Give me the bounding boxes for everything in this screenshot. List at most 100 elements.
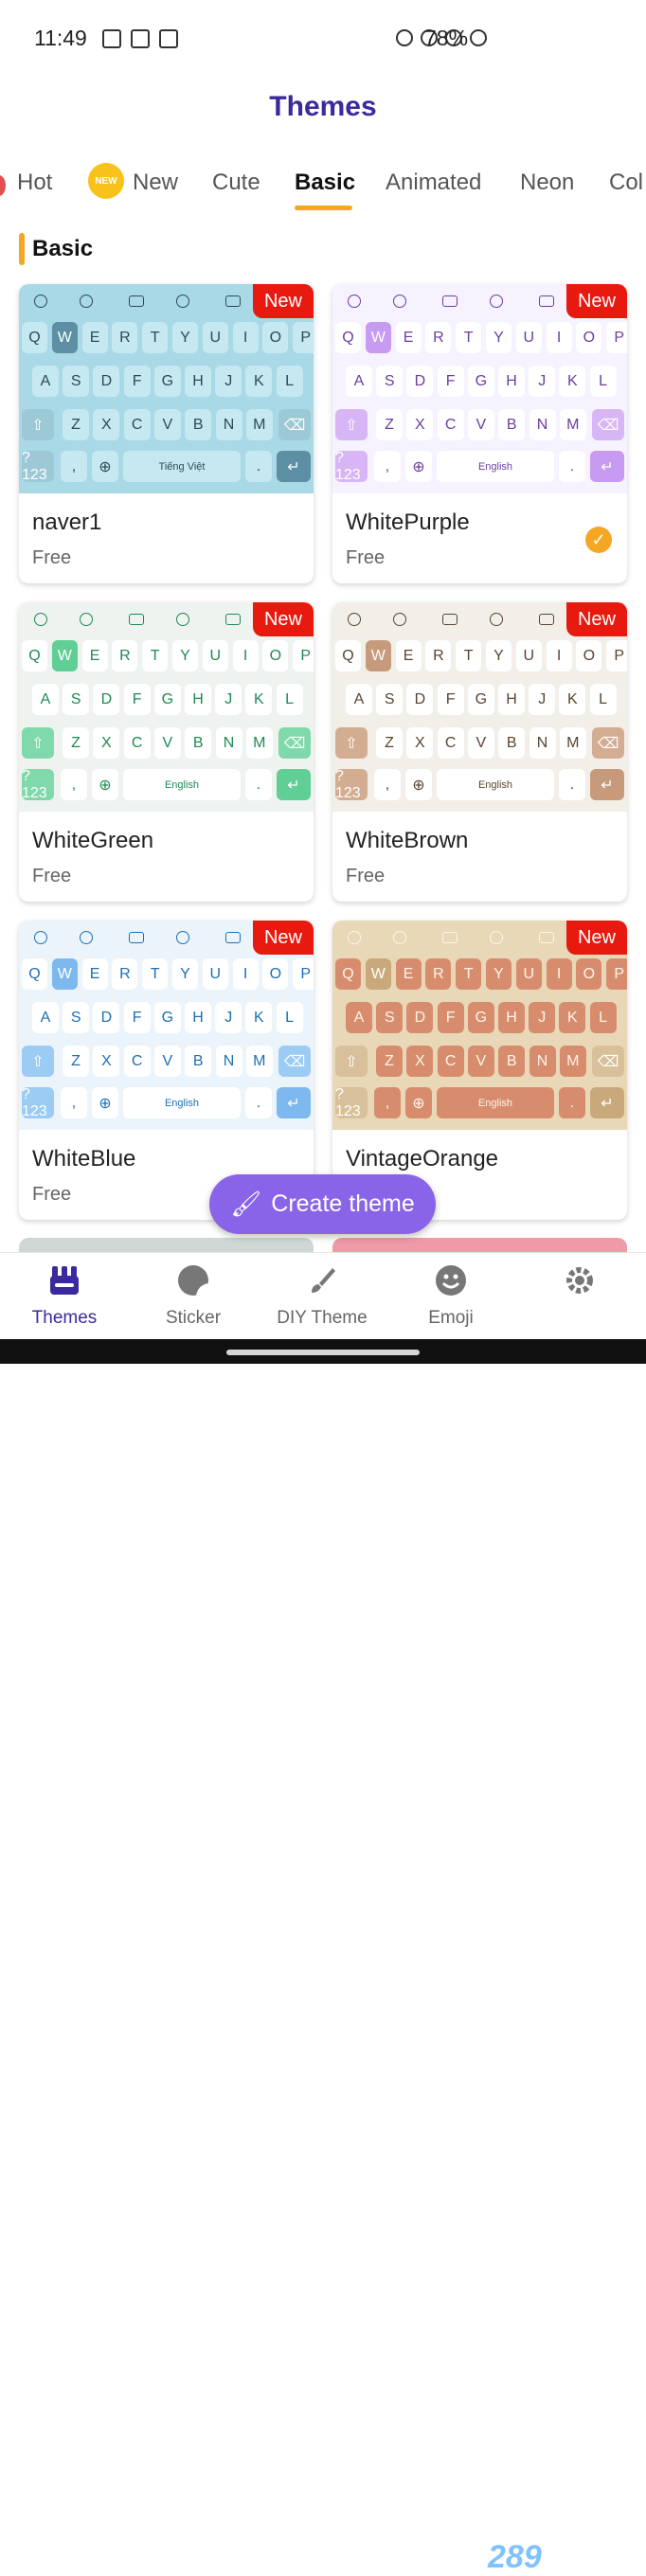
key-e: E bbox=[81, 322, 108, 353]
gif-icon bbox=[442, 932, 458, 943]
theme-price: Free bbox=[346, 547, 386, 568]
hot-icon bbox=[0, 175, 6, 196]
art-icon bbox=[225, 295, 241, 307]
key-c: C bbox=[437, 409, 464, 440]
enter-key: ↵ bbox=[590, 769, 624, 800]
emoji-icon bbox=[393, 613, 406, 626]
nav-settings[interactable] bbox=[515, 1253, 644, 1340]
comma-key: , bbox=[61, 1087, 87, 1118]
number-key: ?123 bbox=[22, 450, 54, 483]
comma-key: , bbox=[61, 451, 87, 482]
key-l: L bbox=[276, 366, 303, 397]
theme-card[interactable]: Q W E R T Y U I O P A S D F G H J K L ⇧ Z X C V B N M ⌫ ?123, ⊕ Englis… bbox=[332, 284, 627, 583]
tab-cute[interactable]: Cute bbox=[212, 170, 260, 196]
key-v: V bbox=[153, 727, 181, 759]
theme-name: WhiteGreen bbox=[32, 828, 154, 853]
key-c: C bbox=[437, 1046, 464, 1077]
theme-card-peek[interactable] bbox=[19, 1238, 314, 1252]
key-y: Y bbox=[486, 322, 511, 353]
theme-card-peek[interactable] bbox=[332, 1238, 627, 1252]
key-z: Z bbox=[63, 1046, 89, 1077]
key-r: R bbox=[425, 640, 452, 671]
nav-themes[interactable]: Themes bbox=[0, 1253, 129, 1340]
key-e: E bbox=[395, 958, 422, 990]
key-n: N bbox=[529, 1046, 556, 1077]
nav-label: Sticker bbox=[165, 1308, 222, 1328]
key-i: I bbox=[232, 958, 259, 990]
signal-icon bbox=[470, 29, 487, 46]
key-d: D bbox=[93, 684, 120, 715]
key-a: A bbox=[346, 366, 372, 397]
shift-key: ⇧ bbox=[335, 409, 368, 440]
globe-icon: ⊕ bbox=[92, 769, 118, 800]
tab-basic[interactable]: Basic bbox=[295, 170, 355, 196]
tab-hot[interactable]: Hot bbox=[17, 170, 52, 196]
key-r: R bbox=[425, 958, 452, 990]
tab-neon[interactable]: Neon bbox=[520, 170, 574, 196]
key-u: U bbox=[515, 640, 542, 671]
theme-card[interactable]: Q W E R T Y U I O P A S D F G H J K L ⇧ Z X C V B N M ⌫ ?123, ⊕ Tiếng … bbox=[19, 284, 314, 583]
key-a: A bbox=[32, 684, 59, 715]
key-d: D bbox=[93, 366, 120, 397]
home-gesture-handle[interactable] bbox=[226, 1350, 420, 1355]
new-tag: New bbox=[253, 284, 314, 318]
key-w: W bbox=[51, 958, 78, 990]
theme-price: Free bbox=[32, 866, 72, 886]
watermark-logo: 289 bbox=[488, 2539, 542, 2575]
nav-label: DIY Theme bbox=[277, 1308, 368, 1328]
theme-name: WhitePurple bbox=[346, 510, 470, 535]
key-q: Q bbox=[22, 640, 47, 671]
create-theme-button[interactable]: 🖌 Create theme bbox=[209, 1174, 436, 1234]
key-p: P bbox=[293, 322, 314, 353]
key-q: Q bbox=[22, 958, 47, 990]
category-tabs: Hot NEW New Cute Basic Animated Neon Col bbox=[0, 156, 646, 213]
nav-diy-theme[interactable]: DIY Theme bbox=[258, 1253, 386, 1340]
space-key: English bbox=[437, 451, 554, 482]
gif-icon bbox=[442, 295, 458, 307]
globe-icon: ⊕ bbox=[405, 1087, 432, 1118]
key-w: W bbox=[51, 640, 78, 671]
key-x: X bbox=[93, 727, 120, 759]
key-d: D bbox=[406, 684, 434, 715]
key-q: Q bbox=[335, 640, 361, 671]
page-title: Themes bbox=[269, 91, 377, 122]
key-o: O bbox=[262, 640, 289, 671]
key-i: I bbox=[546, 640, 572, 671]
tab-col[interactable]: Col bbox=[609, 170, 643, 196]
brush-icon: 🖌 bbox=[230, 1190, 262, 1218]
key-b: B bbox=[498, 409, 526, 440]
key-a: A bbox=[32, 1002, 59, 1033]
system-navigation-bar bbox=[0, 1339, 646, 1364]
theme-name: WhiteBrown bbox=[346, 828, 469, 853]
sticker-icon bbox=[176, 931, 189, 944]
key-h: H bbox=[185, 1002, 211, 1033]
number-key: ?123 bbox=[335, 1086, 368, 1119]
tab-animated[interactable]: Animated bbox=[386, 170, 481, 196]
key-s: S bbox=[63, 684, 90, 715]
backspace-key: ⌫ bbox=[278, 409, 311, 440]
key-o: O bbox=[262, 322, 289, 353]
key-x: X bbox=[406, 727, 434, 759]
key-k: K bbox=[559, 366, 586, 397]
nav-sticker[interactable]: Sticker bbox=[129, 1253, 258, 1340]
key-j: J bbox=[215, 366, 242, 397]
key-q: Q bbox=[335, 958, 361, 990]
globe-icon: ⊕ bbox=[405, 769, 432, 800]
emoji-icon bbox=[80, 295, 93, 308]
theme-card[interactable]: Q W E R T Y U I O P A S D F G H J K L ⇧ Z X C V B N M ⌫ ?123, ⊕ Englis… bbox=[19, 602, 314, 902]
key-e: E bbox=[395, 640, 422, 671]
tab-new[interactable]: New bbox=[133, 170, 178, 196]
image-notification-icon bbox=[102, 29, 121, 48]
key-c: C bbox=[123, 727, 151, 759]
key-x: X bbox=[406, 409, 434, 440]
theme-card[interactable]: Q W E R T Y U I O P A S D F G H J K L ⇧ Z X C V B N M ⌫ ?123, ⊕ Englis… bbox=[332, 602, 627, 902]
brush-icon bbox=[306, 1264, 338, 1297]
emoji-icon bbox=[80, 613, 93, 626]
key-v: V bbox=[467, 1046, 494, 1077]
alarm-icon bbox=[396, 29, 413, 46]
backspace-key: ⌫ bbox=[592, 409, 624, 440]
nav-emoji[interactable]: Emoji bbox=[386, 1253, 515, 1340]
notification-icons bbox=[102, 29, 178, 48]
key-s: S bbox=[63, 366, 90, 397]
key-j: J bbox=[215, 684, 242, 715]
